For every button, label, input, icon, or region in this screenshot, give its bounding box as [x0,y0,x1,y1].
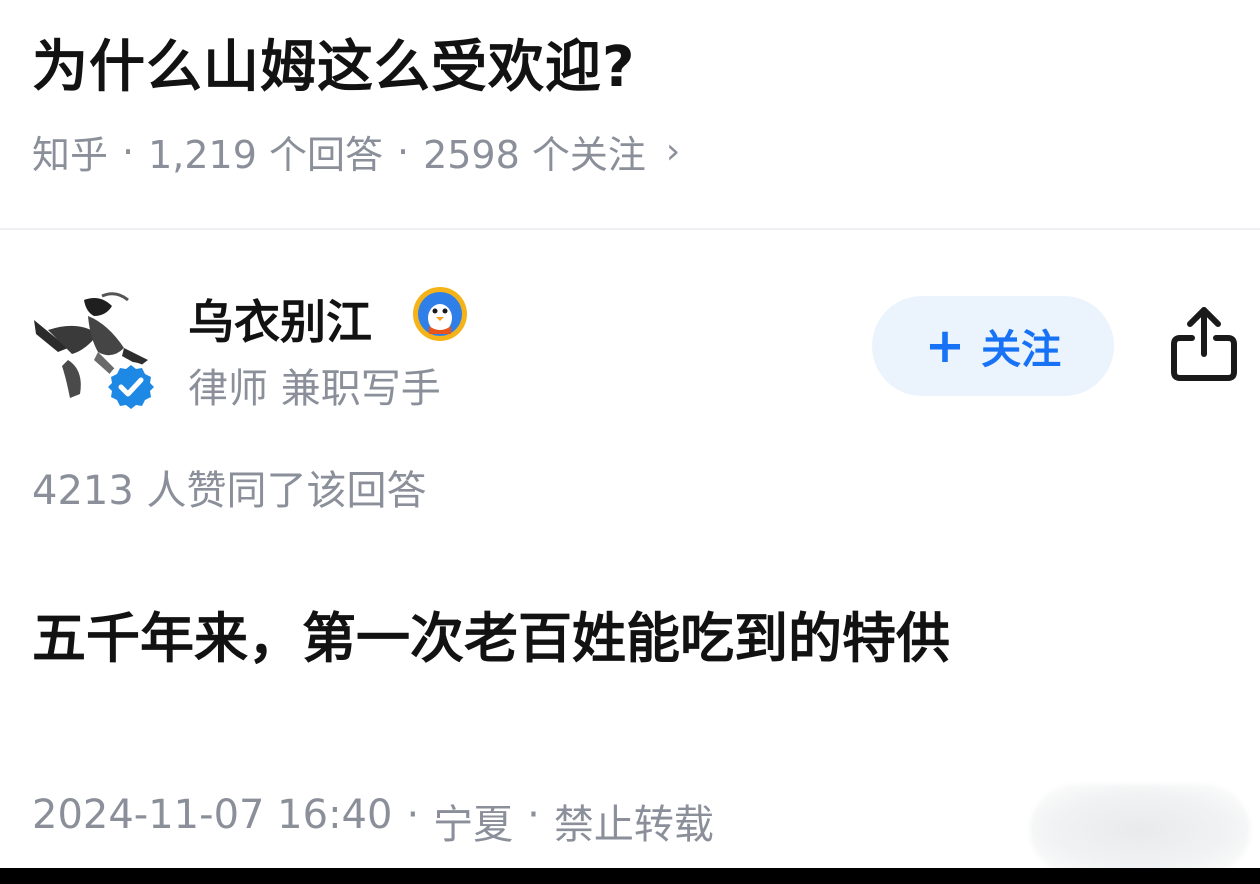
chevron-right-icon: › [665,131,681,172]
follow-button-label: 关注 [981,327,1062,373]
meta-separator: · [396,129,410,174]
answer-meta: 2024-11-07 16:40 · 宁夏 · 禁止转载 [32,792,714,850]
question-title[interactable]: 为什么山姆这么受欢迎? [32,22,635,103]
answer-location: 宁夏 [433,802,514,848]
plus-icon: + [924,318,966,374]
penguin-badge-icon [413,287,467,341]
share-icon[interactable] [1168,304,1240,384]
copyright-notice: 禁止转载 [553,802,714,848]
answer-content[interactable]: 五千年来，第一次老百姓能吃到的特供 [32,594,950,673]
source-label: 知乎 [32,133,109,177]
section-divider [0,228,1260,230]
redacted-blur [1030,784,1250,876]
bottom-edge [0,868,1260,884]
meta-separator: · [406,792,420,838]
follower-count: 2598 个关注 [423,133,646,177]
follow-button[interactable]: + 关注 [872,296,1114,396]
meta-separator: · [527,792,540,838]
author-name[interactable]: 乌衣别江 [188,286,372,352]
question-meta[interactable]: 知乎 · 1,219 个回答 · 2598 个关注 › [32,124,680,179]
author-description: 律师 兼职写手 [188,366,441,412]
answer-count: 1,219 个回答 [148,133,383,177]
answer-date: 2024-11-07 16:40 [32,792,393,838]
vote-count: 4213 人赞同了该回答 [32,468,427,514]
meta-separator: · [122,129,135,174]
verified-badge-icon [106,362,156,412]
